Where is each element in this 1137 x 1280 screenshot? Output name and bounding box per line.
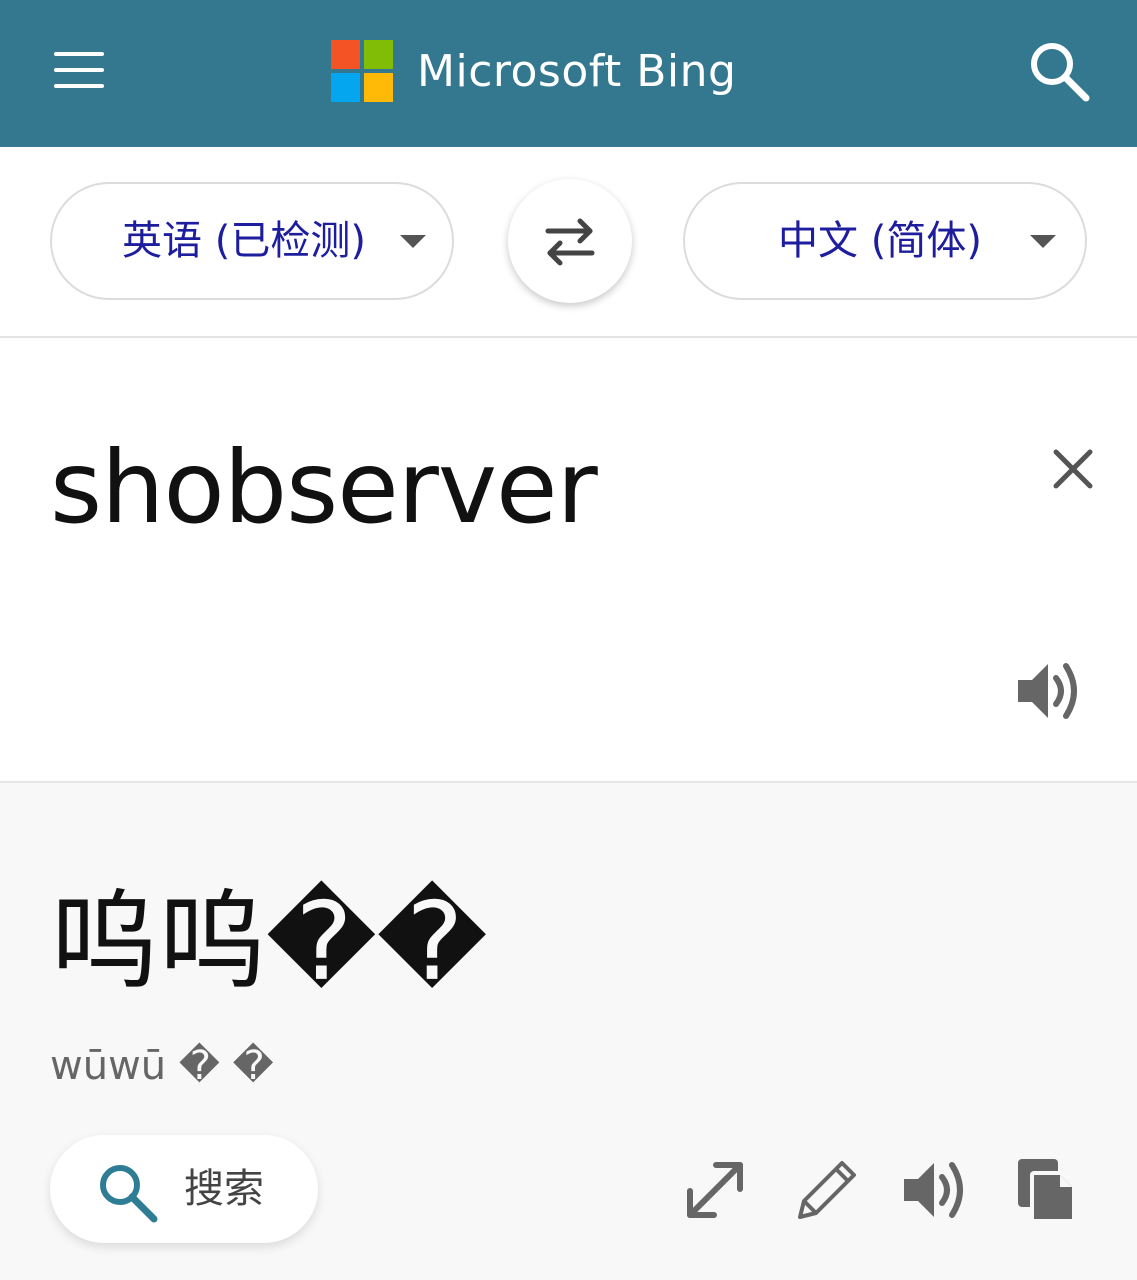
swap-arrows-icon <box>545 218 595 266</box>
source-language-label: 英语 (已检测) <box>122 218 366 264</box>
expand-icon[interactable] <box>680 1155 750 1225</box>
search-icon[interactable] <box>1028 40 1090 102</box>
translation-result-area: 呜呜�� wūwū � � 搜索 <box>0 783 1137 1280</box>
target-language-label: 中文 (简体) <box>778 218 982 264</box>
brand-name: Microsoft Bing <box>417 45 737 97</box>
source-input-area[interactable]: shobserver <box>0 338 1137 783</box>
swap-languages-button[interactable] <box>508 179 632 303</box>
target-language-select[interactable]: 中文 (简体) <box>683 182 1087 300</box>
microsoft-logo-icon <box>331 40 393 102</box>
speaker-icon[interactable] <box>1014 656 1084 726</box>
search-button-label: 搜索 <box>184 1166 264 1212</box>
translation-text: 呜呜�� <box>50 880 488 1005</box>
language-selector-row: 英语 (已检测) 中文 (简体) <box>0 147 1137 338</box>
search-icon <box>100 1165 158 1223</box>
hamburger-menu-icon[interactable] <box>54 52 104 88</box>
pinyin-text: wūwū � � <box>50 1043 274 1089</box>
chevron-down-icon <box>400 235 426 248</box>
source-text[interactable]: shobserver <box>50 428 598 548</box>
source-language-select[interactable]: 英语 (已检测) <box>50 182 454 300</box>
chevron-down-icon <box>1030 235 1056 248</box>
speaker-icon[interactable] <box>900 1155 970 1225</box>
top-app-bar: Microsoft Bing <box>0 0 1137 147</box>
search-button[interactable]: 搜索 <box>50 1135 318 1243</box>
close-icon[interactable] <box>1050 446 1096 492</box>
edit-pencil-icon[interactable] <box>792 1155 862 1225</box>
copy-icon[interactable] <box>1012 1155 1082 1225</box>
brand[interactable]: Microsoft Bing <box>331 40 736 102</box>
